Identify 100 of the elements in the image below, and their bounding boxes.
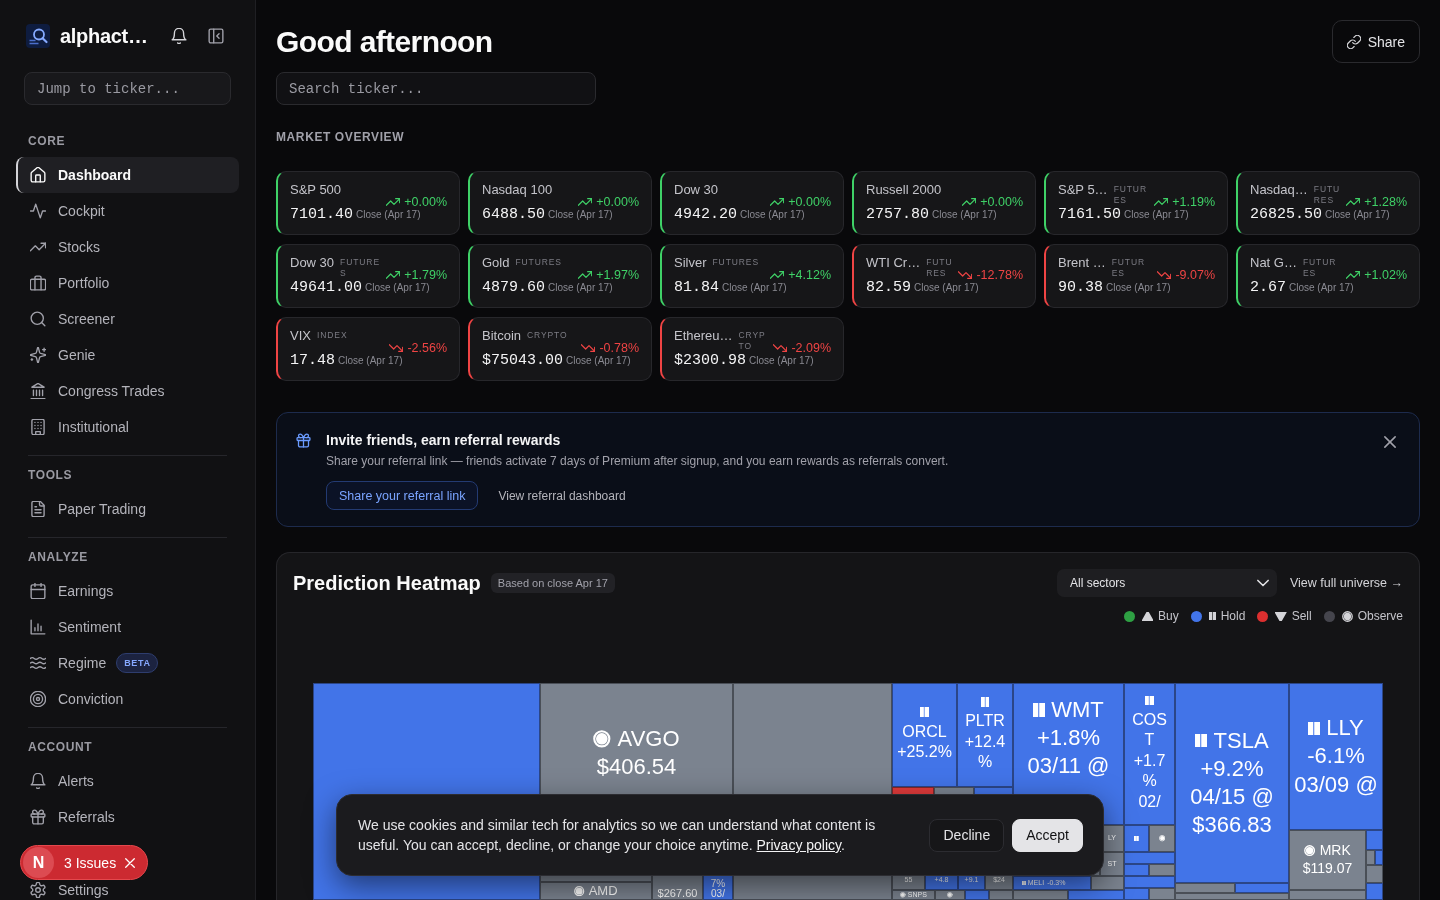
index-name: Nasdaq…	[1250, 182, 1308, 198]
pause-icon	[1022, 880, 1026, 886]
nav-item[interactable]: Earnings	[16, 573, 239, 609]
change-label: 7%	[710, 879, 726, 889]
nav-item[interactable]: Institutional	[16, 409, 239, 445]
accept-button[interactable]: Accept	[1012, 818, 1083, 852]
ticker-label: TSLA	[1213, 726, 1269, 755]
market-tag: FUTURES	[1313, 184, 1341, 206]
trend-up-icon	[578, 195, 593, 209]
ticker-search-field[interactable]: Jump to ticker...	[24, 72, 231, 105]
price-value: 4942.20	[674, 206, 737, 224]
target-icon	[30, 691, 46, 707]
ticker-search-field[interactable]: Search ticker...	[276, 72, 596, 105]
nav-item[interactable]: Stocks	[16, 229, 239, 265]
ticker-label: COST	[1131, 710, 1168, 751]
nav-item[interactable]: Conviction	[16, 681, 239, 717]
privacy-policy-link[interactable]: Privacy policy	[756, 837, 842, 853]
market-card[interactable]: Nasdaq… FUTURES +1.28% 26825.50 Close (Apr 17)	[1236, 171, 1420, 235]
trend-up-icon	[770, 268, 785, 282]
close-note: Close (Apr 17)	[548, 209, 613, 221]
market-card[interactable]: S&P 500 +0.00% 7101.40 Close (Apr 17)	[276, 171, 460, 235]
price-value: 2.67	[1250, 279, 1286, 297]
market-tag: FUTURES	[515, 257, 562, 268]
nav-item[interactable]: Portfolio	[16, 265, 239, 301]
date-label: 02/	[1138, 791, 1161, 812]
market-card[interactable]: Russell 2000 +0.00% 2757.80 Close (Apr 17)	[852, 171, 1036, 235]
index-name: Silver	[674, 255, 707, 271]
sidebar-toggle-icon[interactable]	[208, 28, 224, 44]
bell-icon[interactable]	[171, 28, 187, 44]
pause-icon	[1134, 836, 1139, 841]
decline-button[interactable]: Decline	[929, 818, 1005, 852]
market-card[interactable]: Dow 30 FUTURES +1.79% 49641.00 Close (Apr 17)	[276, 244, 460, 308]
nav-item[interactable]: Screener	[16, 301, 239, 337]
market-card[interactable]: S&P 5… FUTURES +1.19% 7161.50 Close (Apr 17)	[1044, 171, 1228, 235]
section-heading: ACCOUNT	[28, 740, 94, 754]
view-universe-link[interactable]: View full universe →	[1290, 576, 1403, 590]
change-label: +9.2%	[1200, 754, 1264, 783]
pause-icon	[1145, 695, 1154, 706]
index-name: Dow 30	[674, 182, 719, 198]
close-note: Close (Apr 17)	[1106, 282, 1171, 294]
heatmap-tile[interactable]: TSLA +9.2% 04/15 @ $366.83	[1175, 683, 1289, 883]
legend-label: Hold	[1220, 609, 1246, 623]
nav-item[interactable]: Settings	[16, 880, 239, 900]
market-card[interactable]: Nat G… FUTURES +1.02% 2.67 Close (Apr 17)	[1236, 244, 1420, 308]
section-heading: CORE	[28, 134, 67, 148]
market-card[interactable]: Brent … FUTURES -9.07% 90.38 Close (Apr 17)	[1044, 244, 1228, 308]
market-card[interactable]: Gold FUTURES +1.97% 4879.60 Close (Apr 17)	[468, 244, 652, 308]
sector-select[interactable]: All sectors	[1057, 569, 1277, 597]
close-note: Close (Apr 17)	[356, 209, 421, 221]
date-badge: Based on close Apr 17	[490, 573, 615, 593]
index-name: Russell 2000	[866, 182, 942, 198]
price-value: 82.59	[866, 279, 911, 297]
close-icon[interactable]	[1384, 436, 1396, 448]
heatmap-tile	[1013, 890, 1068, 900]
heatmap-tile[interactable]: ORCL +25.2%	[892, 683, 957, 787]
trend-up-icon	[386, 195, 401, 209]
percent-change: +4.12%	[788, 268, 831, 282]
share-button[interactable]: Share	[1331, 20, 1420, 63]
nav-item[interactable]: Paper Trading	[16, 491, 239, 527]
issues-toast[interactable]: N 3 Issues	[20, 845, 149, 880]
market-card[interactable]: Nasdaq 100 +0.00% 6488.50 Close (Apr 17)	[468, 171, 652, 235]
heatmap-tile[interactable]: LLY -6.1% 03/09 @	[1289, 683, 1383, 830]
heatmap-tile[interactable]: PLTR +12.4%	[957, 683, 1013, 787]
nav-item[interactable]: Sentiment	[16, 609, 239, 645]
market-card[interactable]: WTI Cr… FUTURES -12.78% 82.59 Close (Apr 17)	[852, 244, 1036, 308]
nav-item[interactable]: Genie	[16, 337, 239, 373]
close-note: Close (Apr 17)	[338, 355, 403, 367]
market-tag: CRYPTO	[527, 330, 568, 341]
market-tag: FUTURES	[340, 257, 381, 279]
section-heading: TOOLS	[28, 468, 74, 482]
nav-item[interactable]: Dashboard	[16, 157, 239, 193]
referral-dashboard-link[interactable]: View referral dashboard	[498, 488, 626, 503]
price-value: 26825.50	[1250, 206, 1322, 224]
percent-change: +1.28%	[1364, 195, 1407, 209]
percent-change: -12.78%	[976, 268, 1023, 282]
nav-item[interactable]: Referrals	[16, 799, 239, 835]
trend-up-icon	[1346, 268, 1361, 282]
ticker-label: PLTR	[965, 711, 1005, 732]
market-card[interactable]: Silver FUTURES +4.12% 81.84 Close (Apr 17)	[660, 244, 844, 308]
market-card[interactable]: VIX INDEX -2.56% 17.48 Close (Apr 17)	[276, 317, 460, 381]
nav-item[interactable]: Cockpit	[16, 193, 239, 229]
market-card[interactable]: Dow 30 +0.00% 4942.20 Close (Apr 17)	[660, 171, 844, 235]
close-note: Close (Apr 17)	[1124, 209, 1189, 221]
ticker-label: AVGO	[617, 724, 680, 753]
market-card[interactable]: Bitcoin CRYPTO -0.78% $75043.00 Close (Apr 17)	[468, 317, 652, 381]
nav-item[interactable]: Regime BETA	[16, 645, 239, 681]
heatmap-tile[interactable]: AMD	[540, 882, 652, 900]
market-card[interactable]: Ethereu… CRYPTO -2.09% $2300.98 Close (Apr 17)	[660, 317, 844, 381]
percent-change: -0.78%	[599, 341, 639, 355]
legend-label: Sell	[1291, 609, 1312, 623]
nav-item[interactable]: Alerts	[16, 763, 239, 799]
nav-item[interactable]: Congress Trades	[16, 373, 239, 409]
share-referral-button[interactable]: Share your referral link	[326, 481, 479, 510]
date-label: 04/15 @ $366.83	[1189, 783, 1275, 840]
logo-mark: N	[23, 847, 54, 878]
heatmap-tile[interactable]: MRK $119.07	[1289, 830, 1366, 890]
section-heading: ANALYZE	[28, 550, 89, 564]
radio-dot-icon	[947, 892, 953, 898]
percent-change: -2.09%	[791, 341, 831, 355]
heatmap-tile[interactable]: COST +1.7% 02/	[1124, 683, 1175, 825]
